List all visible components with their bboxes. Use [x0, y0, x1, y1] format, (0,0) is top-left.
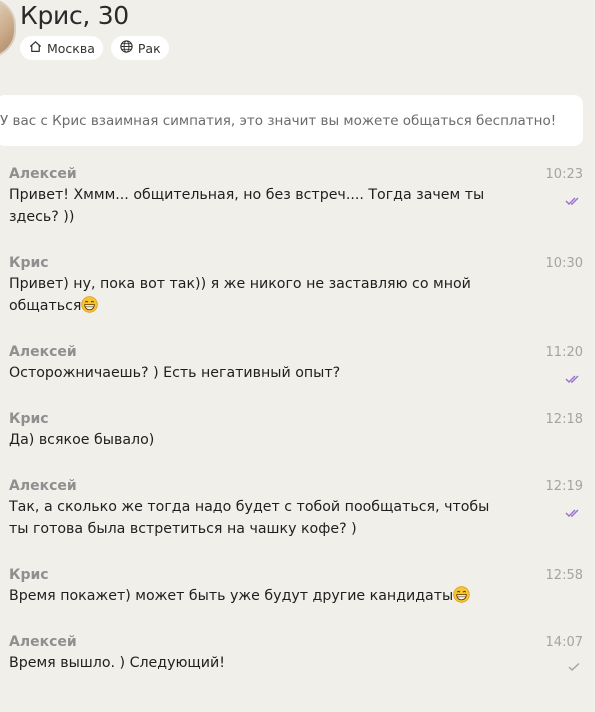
message-text: Привет! Хммм... общительная, но без встр…	[9, 187, 485, 225]
message-time: 12:19	[545, 479, 583, 494]
profile-title: Крис, 30	[20, 1, 129, 30]
message: Крис 12:18 Да) всякое бывало)	[9, 410, 585, 451]
message-time: 12:58	[545, 568, 583, 583]
city-chip: Москва	[20, 36, 103, 60]
message: Алексей 10:23 Привет! Хммм... общительна…	[9, 165, 585, 228]
message-text: Да) всякое бывало)	[9, 432, 155, 448]
message: Алексей 14:07 Время вышло. ) Следующий!	[9, 633, 585, 674]
double-check-icon	[565, 369, 581, 388]
message: Крис 12:58 Время покажет) может быть уже…	[9, 566, 585, 607]
message-author: Крис	[9, 567, 49, 583]
message-author: Алексей	[9, 478, 77, 494]
message-text: Так, а сколько же тогда надо будет с тоб…	[9, 499, 490, 537]
mutual-sympathy-notice: У вас с Крис взаимная симпатия, это знач…	[0, 95, 583, 146]
message-text: Осторожничаешь? ) Есть негативный опыт?	[9, 365, 341, 381]
message-time: 11:20	[545, 345, 583, 360]
home-icon	[28, 39, 43, 57]
city-chip-label: Москва	[47, 40, 95, 56]
globe-icon	[119, 39, 134, 57]
message-text: Время вышло. ) Следующий!	[9, 655, 225, 671]
message-author: Крис	[9, 255, 49, 271]
grinning-face-icon	[81, 296, 99, 313]
message-time: 10:30	[545, 256, 583, 271]
message-author: Алексей	[9, 166, 77, 182]
message: Алексей 12:19 Так, а сколько же тогда на…	[9, 477, 585, 540]
message-text-wrap: Время покажет) может быть уже будут друг…	[9, 585, 499, 607]
avatar[interactable]	[0, 0, 16, 58]
message: Крис 10:30 Привет) ну, пока вот так)) я …	[9, 254, 585, 317]
zodiac-chip: Рак	[110, 36, 169, 60]
message-time: 12:18	[545, 412, 583, 427]
message-author: Крис	[9, 411, 49, 427]
message-text-wrap: Привет) ну, пока вот так)) я же никого н…	[9, 273, 499, 317]
message-author: Алексей	[9, 634, 77, 650]
check-icon	[567, 657, 581, 676]
double-check-icon	[565, 503, 581, 522]
message: Алексей 11:20 Осторожничаешь? ) Есть нег…	[9, 343, 585, 384]
message-text: Время покажет) может быть уже будут друг…	[9, 588, 454, 604]
profile-chips: Москва Рак	[20, 36, 169, 60]
grinning-face-icon	[453, 586, 470, 603]
double-check-icon	[565, 191, 581, 210]
message-time: 10:23	[545, 167, 583, 182]
message-author: Алексей	[9, 344, 77, 360]
message-time: 14:07	[545, 635, 583, 650]
zodiac-chip-label: Рак	[137, 40, 161, 56]
message-list: Алексей 10:23 Привет! Хммм... общительна…	[9, 165, 585, 674]
message-text: Привет) ну, пока вот так)) я же никого н…	[9, 276, 471, 314]
